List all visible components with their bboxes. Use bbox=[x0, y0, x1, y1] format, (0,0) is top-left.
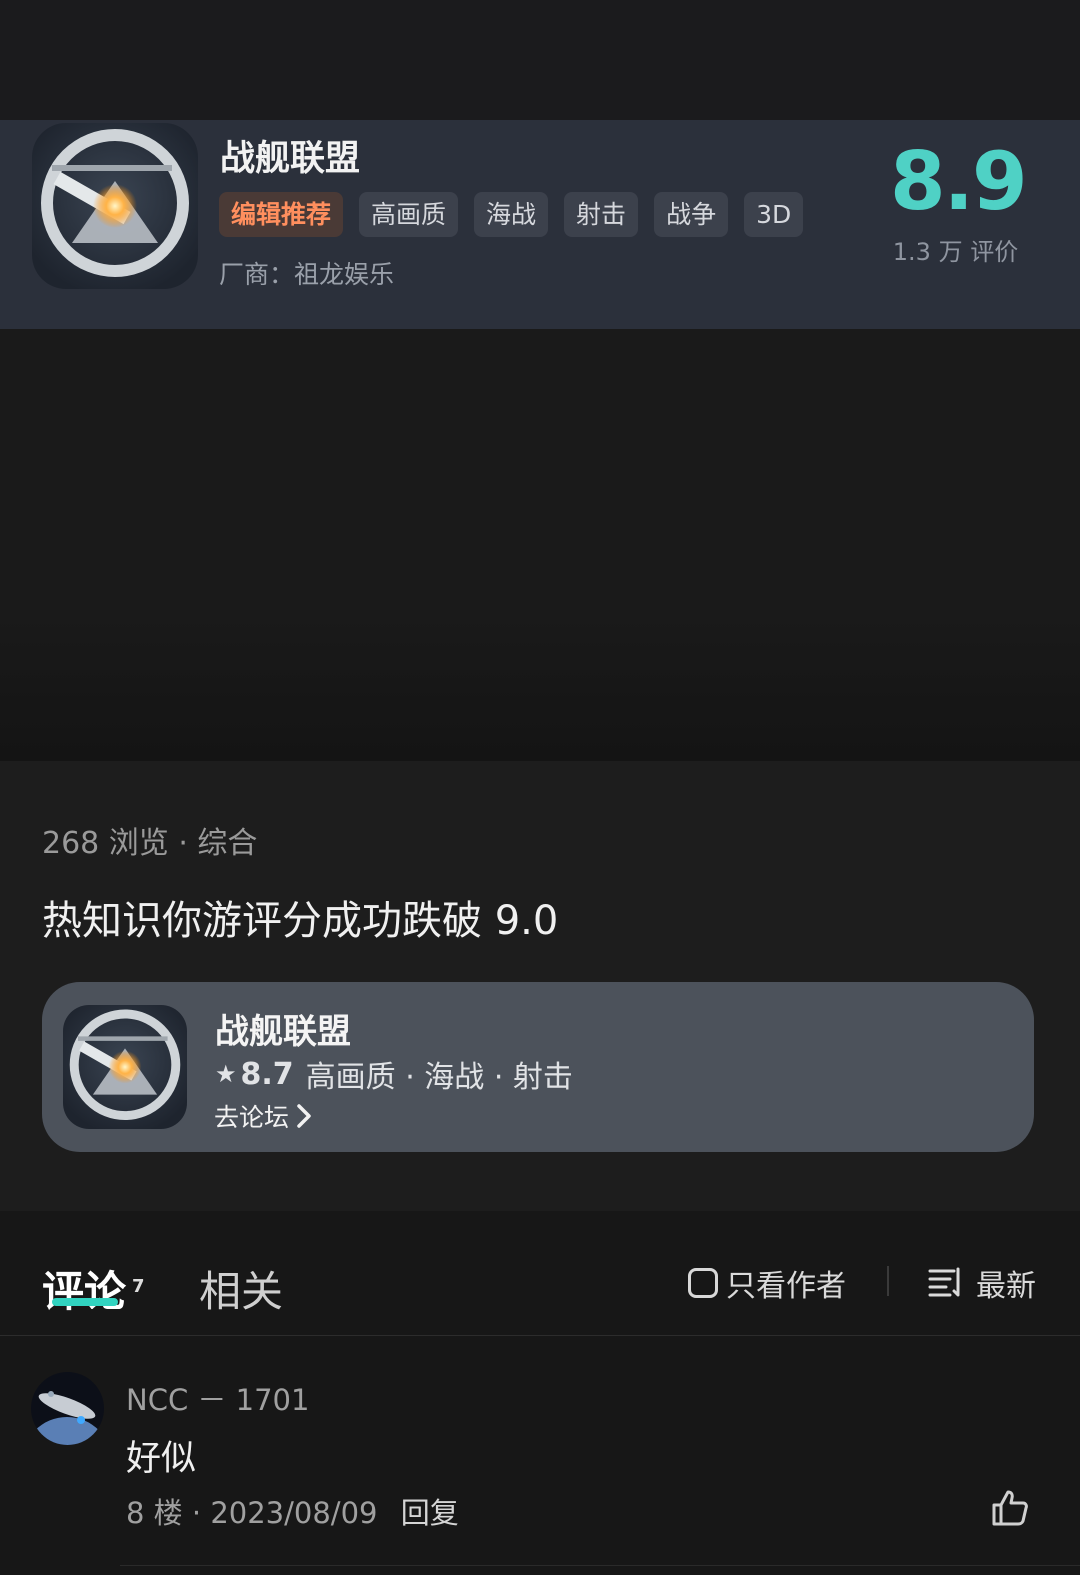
commenter-name[interactable]: NCC － 1701 bbox=[126, 1377, 309, 1419]
post-title: 热知识你游评分成功跌破 9.0 bbox=[42, 898, 559, 944]
checkbox-icon[interactable] bbox=[688, 1268, 718, 1298]
reply-button[interactable]: 回复 bbox=[401, 1496, 459, 1530]
comment-text: 好似 bbox=[126, 1439, 197, 1479]
tag[interactable]: 射击 bbox=[564, 192, 639, 237]
tab-related[interactable]: 相关 bbox=[199, 1258, 283, 1319]
sort-label: 最新 bbox=[976, 1269, 1036, 1304]
comment-meta: 8 楼 · 2023/08/09 回复 bbox=[126, 1490, 459, 1532]
game-tags: 编辑推荐 高画质 海战 射击 战争 3D bbox=[219, 192, 804, 237]
game-title: 战舰联盟 bbox=[220, 139, 361, 179]
divider bbox=[120, 1565, 1080, 1566]
author-only-label: 只看作者 bbox=[726, 1269, 846, 1304]
tag[interactable]: 高画质 bbox=[359, 192, 459, 237]
tag[interactable]: 战争 bbox=[654, 192, 729, 237]
card-game-info: ★ 8.7 高画质 · 海战 · 射击 bbox=[215, 1052, 573, 1096]
chevron-right-icon bbox=[297, 1104, 311, 1128]
rating-score: 8.9 bbox=[890, 135, 1028, 228]
avatar[interactable] bbox=[31, 1372, 104, 1445]
card-score: 8.7 bbox=[240, 1056, 294, 1092]
card-game-title: 战舰联盟 bbox=[215, 1012, 351, 1052]
game-logo-icon[interactable] bbox=[32, 123, 198, 289]
author-only-toggle[interactable]: 只看作者 bbox=[688, 1261, 846, 1305]
card-tags: 高画质 · 海战 · 射击 bbox=[305, 1060, 573, 1095]
vendor-label: 厂商：祖龙娱乐 bbox=[219, 260, 395, 289]
rating-count[interactable]: 1.3 万 评价 bbox=[878, 232, 1033, 267]
status-area bbox=[0, 0, 1080, 120]
post-meta: 268 浏览 · 综合 bbox=[42, 826, 258, 861]
star-icon: ★ bbox=[215, 1060, 237, 1088]
game-card[interactable]: 战舰联盟 ★ 8.7 高画质 · 海战 · 射击 去论坛 bbox=[42, 982, 1034, 1152]
sort-button[interactable]: 最新 bbox=[928, 1261, 1036, 1305]
game-logo-icon bbox=[63, 1005, 187, 1129]
tag[interactable]: 3D bbox=[744, 192, 804, 237]
tag-editor-pick[interactable]: 编辑推荐 bbox=[219, 192, 344, 237]
media-placeholder bbox=[0, 329, 1080, 761]
comment-floor-date: 8 楼 · 2023/08/09 bbox=[126, 1496, 378, 1530]
active-tab-indicator bbox=[52, 1298, 118, 1306]
comment-count: 7 bbox=[132, 1276, 145, 1297]
thumbs-up-icon[interactable] bbox=[990, 1488, 1030, 1528]
go-forum-link[interactable]: 去论坛 bbox=[214, 1098, 313, 1134]
sort-list-icon bbox=[928, 1267, 960, 1297]
go-forum-label: 去论坛 bbox=[214, 1103, 290, 1132]
comment-tab-bar bbox=[0, 1211, 1080, 1336]
divider bbox=[887, 1266, 889, 1296]
tab-comments[interactable]: 评论 bbox=[42, 1258, 126, 1319]
tag[interactable]: 海战 bbox=[474, 192, 549, 237]
